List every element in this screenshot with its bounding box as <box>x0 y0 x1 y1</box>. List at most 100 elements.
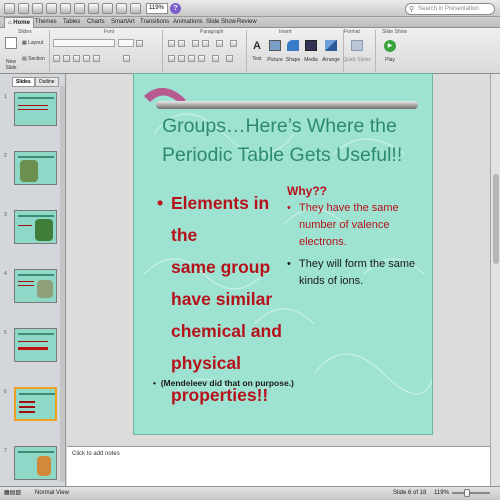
thumbnail-title-line <box>19 393 55 395</box>
section-button[interactable]: ▤ Section <box>22 56 45 62</box>
notes-pane[interactable]: Click to add notes <box>67 446 490 486</box>
bullets-icon[interactable] <box>168 40 175 47</box>
thumbnail-picture <box>37 280 53 298</box>
increase-indent-icon[interactable] <box>202 40 209 47</box>
thumbnail-number: 2 <box>4 153 7 159</box>
zoom-slider[interactable] <box>452 489 490 497</box>
right-bullet-line: They will form the same <box>299 258 416 270</box>
strikethrough-icon[interactable] <box>93 55 100 62</box>
thumbnail-number: 5 <box>4 330 7 336</box>
italic-icon[interactable] <box>63 55 70 62</box>
search-input[interactable]: ⚲ Search in Presentation <box>405 3 495 15</box>
bullet-dot: • <box>287 202 291 214</box>
zoom-field[interactable]: 119% <box>146 3 168 14</box>
slide-thumbnail-7[interactable] <box>14 446 57 480</box>
font-name-field[interactable] <box>53 39 115 47</box>
grow-font-icon[interactable] <box>136 40 143 47</box>
tab-charts[interactable]: Charts <box>84 17 108 28</box>
slide-thumbnail-3[interactable] <box>14 210 57 244</box>
picture-button[interactable]: Picture <box>267 40 283 63</box>
layout-button[interactable]: ▦ Layout <box>22 40 43 46</box>
slide-title[interactable]: Groups…Here’s Where the Periodic Table G… <box>162 112 422 170</box>
print-icon[interactable] <box>74 3 85 14</box>
slide[interactable]: Groups…Here’s Where the Periodic Table G… <box>133 73 433 435</box>
slide-thumbnail-5[interactable] <box>14 328 57 362</box>
tab-slides[interactable]: Slides <box>12 77 35 87</box>
templates-icon[interactable] <box>32 3 43 14</box>
font-color-icon[interactable] <box>123 55 130 62</box>
line-spacing-icon[interactable] <box>216 40 223 47</box>
decrease-indent-icon[interactable] <box>192 40 199 47</box>
tab-smartart[interactable]: SmartArt <box>108 17 138 28</box>
numbering-icon[interactable] <box>178 40 185 47</box>
thumbnail-number: 1 <box>4 94 7 100</box>
right-bullet-line: They have the same <box>299 202 399 214</box>
shape-button[interactable]: Shape <box>285 40 301 63</box>
ribbon-tabs: ⌂ Home Themes Tables Charts SmartArt Tra… <box>0 17 500 28</box>
tab-outline[interactable]: Outline <box>34 77 59 87</box>
slides-pane: Slides Outline 1 2 3 4 5 6 7 <box>0 74 66 486</box>
tab-transitions[interactable]: Transitions <box>137 17 172 28</box>
tab-home[interactable]: ⌂ Home <box>4 17 34 28</box>
justify-icon[interactable] <box>198 55 205 62</box>
undo-icon[interactable] <box>88 3 99 14</box>
thumbnail-text-line <box>19 411 35 413</box>
ribbon-divider <box>162 30 163 72</box>
slide-thumbnail-1[interactable] <box>14 92 57 126</box>
columns-icon[interactable] <box>230 40 237 47</box>
play-button[interactable]: ▶ Play <box>382 40 398 63</box>
media-icon <box>305 40 317 51</box>
media-browser-icon[interactable] <box>130 3 141 14</box>
gallery-icon[interactable] <box>4 3 15 14</box>
help-icon[interactable]: ? <box>170 3 181 14</box>
tab-review[interactable]: Review <box>234 17 260 28</box>
slide-thumbnail-6[interactable] <box>14 387 57 421</box>
text-button[interactable]: A Text <box>250 40 264 62</box>
view-buttons-icon[interactable]: ▦▤▧ <box>4 487 21 500</box>
format-icon[interactable] <box>116 3 127 14</box>
search-icon: ⚲ <box>409 6 415 13</box>
thumbnail-picture <box>35 219 53 241</box>
arrange-icon <box>325 40 337 51</box>
shadow-icon[interactable] <box>83 55 90 62</box>
tab-animations[interactable]: Animations <box>170 17 206 28</box>
underline-icon[interactable] <box>73 55 80 62</box>
slide-thumbnail-2[interactable] <box>14 151 57 185</box>
tab-tables[interactable]: Tables <box>60 17 83 28</box>
right-text-column[interactable]: Why?? • They have the same number of val… <box>287 184 427 295</box>
slides-pane-scrollbar[interactable] <box>60 86 65 482</box>
font-size-field[interactable] <box>118 39 134 47</box>
redo-icon[interactable] <box>102 3 113 14</box>
new-icon[interactable] <box>18 3 29 14</box>
bullet-dot: • <box>287 258 291 270</box>
media-button[interactable]: Media <box>303 40 319 63</box>
thumbnail-title-line <box>18 97 54 99</box>
arrange-label: Arrange <box>322 57 340 63</box>
shape-label: Shape <box>285 57 301 63</box>
align-right-icon[interactable] <box>188 55 195 62</box>
quick-styles-button[interactable]: Quick Styles <box>343 40 371 63</box>
align-left-icon[interactable] <box>168 55 175 62</box>
status-bar: ▦▤▧ Normal View Slide 6 of 18 119% <box>0 486 500 500</box>
slide-scrollbar[interactable] <box>490 74 500 486</box>
align-text-icon[interactable] <box>226 55 233 62</box>
zoom-slider-knob[interactable] <box>464 489 470 497</box>
main-bullet-line: same group <box>171 257 271 277</box>
thumbnail-title-line <box>18 333 54 335</box>
play-icon: ▶ <box>384 40 396 52</box>
text-box-icon: A <box>253 40 261 52</box>
tab-themes[interactable]: Themes <box>32 17 60 28</box>
thumbnail-number: 7 <box>4 448 7 454</box>
scrollbar-thumb[interactable] <box>493 174 499 264</box>
arrange-button[interactable]: Arrange <box>321 40 341 63</box>
bold-icon[interactable] <box>53 55 60 62</box>
slide-thumbnail-4[interactable] <box>14 269 57 303</box>
new-slide-button[interactable]: New Slide <box>2 37 20 71</box>
open-icon[interactable] <box>46 3 57 14</box>
text-direction-icon[interactable] <box>212 55 219 62</box>
save-icon[interactable] <box>60 3 71 14</box>
new-slide-label: New Slide <box>5 59 17 71</box>
align-center-icon[interactable] <box>178 55 185 62</box>
pane-tabs: Slides Outline <box>12 76 59 87</box>
play-label: Play <box>385 57 395 63</box>
